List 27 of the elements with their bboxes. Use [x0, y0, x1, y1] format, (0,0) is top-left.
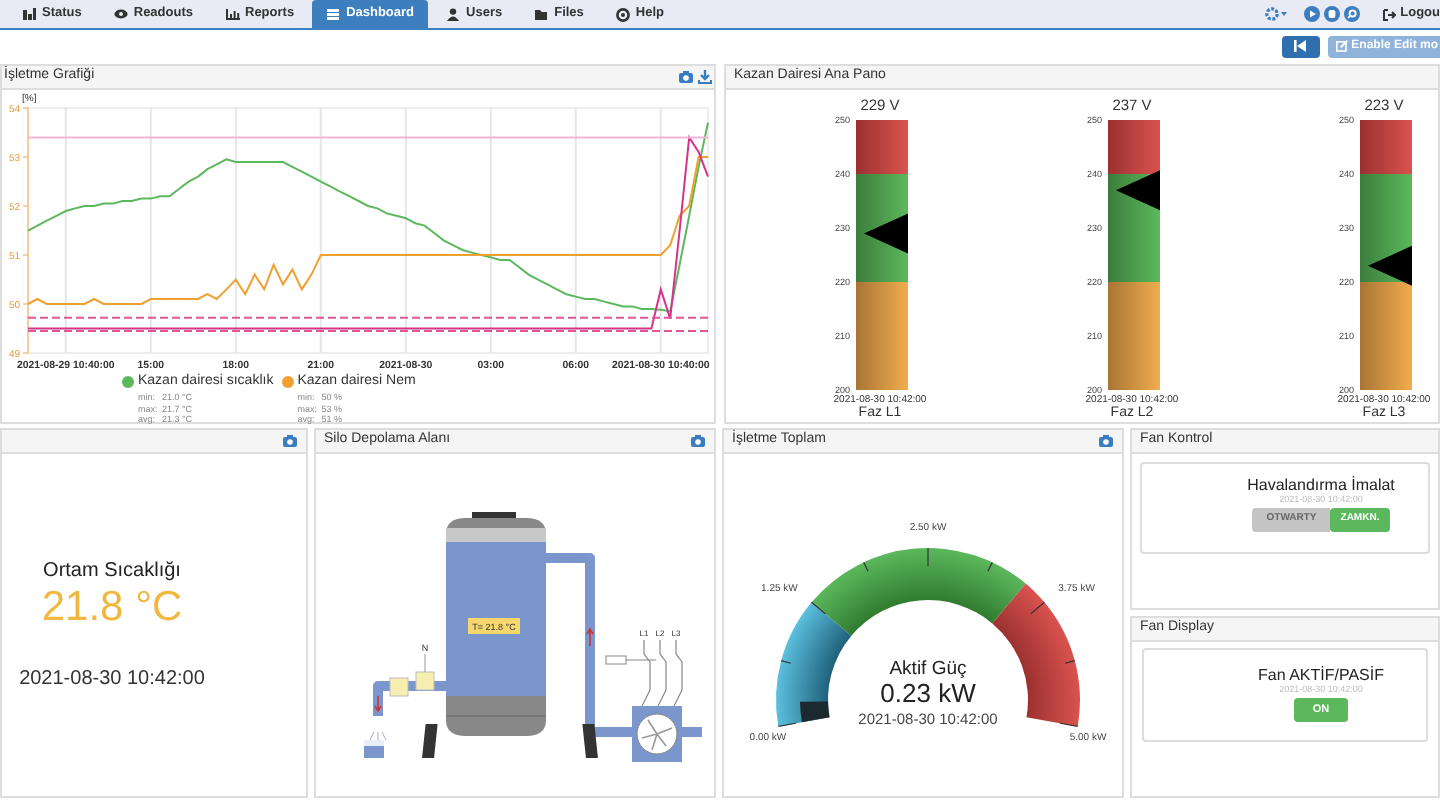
database-icon[interactable]	[1324, 6, 1341, 22]
edit-icon	[1335, 40, 1348, 52]
grid-icon	[326, 7, 341, 21]
folder-icon	[534, 7, 549, 21]
gauge-value: 0.23 kW	[880, 678, 976, 708]
user-icon	[446, 7, 461, 21]
temperature-label: Ortam Sıcaklığı	[43, 558, 181, 586]
help-icon	[615, 7, 630, 21]
temperature-value: 21.8 °C	[41, 586, 183, 630]
skip-back-button[interactable]	[1281, 35, 1320, 57]
camera-icon[interactable]	[678, 69, 694, 84]
camera-icon[interactable]	[282, 434, 298, 448]
settings-icon[interactable]	[1264, 6, 1289, 22]
logout-icon	[1382, 7, 1397, 21]
device-name: Fan AKTİF/PASİF	[1258, 668, 1384, 684]
gauge-label: Aktif Güç	[889, 658, 967, 680]
eye-icon	[113, 7, 128, 21]
status-icon	[22, 7, 36, 21]
bar-chart-icon	[225, 7, 239, 21]
camera-icon[interactable]	[1098, 434, 1114, 448]
device-name: Havalandırma İmalat	[1247, 476, 1395, 494]
download-icon[interactable]	[698, 69, 712, 84]
camera-icon[interactable]	[690, 434, 706, 448]
skip-back-icon	[1294, 40, 1307, 52]
search-icon[interactable]	[1344, 6, 1361, 22]
timestamp: 2021-08-30 10:42:00	[19, 666, 205, 694]
play-icon[interactable]	[1304, 6, 1321, 22]
